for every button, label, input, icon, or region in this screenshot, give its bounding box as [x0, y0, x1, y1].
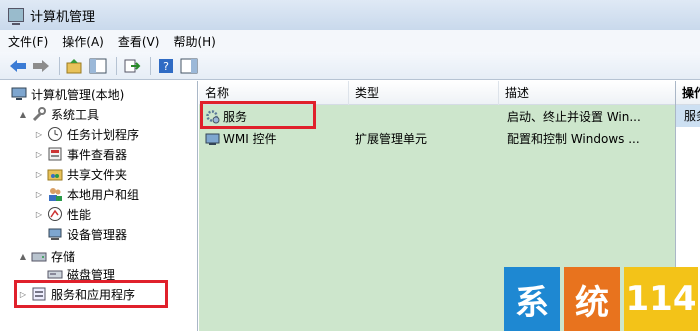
expand-arrow-icon[interactable]: ▷ [34, 130, 44, 139]
toolbar-separator [116, 56, 117, 75]
collapse-arrow-icon[interactable]: ▲ [18, 252, 28, 261]
help-icon[interactable]: ? [156, 56, 176, 76]
computer-management-icon [8, 8, 24, 25]
toolbar-separator [59, 56, 60, 75]
highlight-box-services [200, 101, 316, 129]
tree-item-label: 存储 [51, 249, 76, 264]
device-manager-icon [47, 226, 63, 242]
export-list-icon[interactable] [122, 56, 142, 76]
back-arrow-icon[interactable] [8, 56, 28, 76]
watermark-logo: 系 统 114 [498, 267, 700, 331]
tree-item-shared-folders[interactable]: ▷ 共享文件夹 [34, 164, 127, 184]
tree-item-label: 性能 [67, 207, 92, 222]
menu-action[interactable]: 操作(A) [62, 33, 104, 50]
highlight-box-services-applications [14, 280, 168, 308]
tree-item-device-manager[interactable]: 设备管理器 [44, 224, 127, 244]
forward-arrow-icon[interactable] [31, 56, 51, 76]
storage-icon [31, 248, 47, 264]
shared-folder-icon [47, 166, 63, 182]
row-description: 配置和控制 Windows ... [507, 132, 640, 146]
watermark-tile: 114 [624, 267, 698, 331]
event-viewer-icon [47, 146, 63, 162]
expand-arrow-icon[interactable]: ▷ [34, 210, 44, 219]
watermark-tile: 统 [564, 267, 620, 331]
toolbar: ? [0, 52, 700, 80]
tree-item-label: 设备管理器 [67, 227, 128, 242]
show-hide-tree-icon[interactable] [88, 56, 108, 76]
row-type: 扩展管理单元 [355, 132, 428, 146]
row-name: WMI 控件 [223, 132, 277, 146]
up-level-icon[interactable] [65, 56, 85, 76]
tree-item-label: 系统工具 [51, 107, 100, 122]
tree-item-label: 事件查看器 [67, 147, 128, 162]
row-description: 启动、终止并设置 Win... [507, 110, 641, 124]
show-action-pane-icon[interactable] [179, 56, 199, 76]
tree-item-system-tools[interactable]: ▲ 系统工具 [18, 104, 99, 124]
tree-item-label: 本地用户和组 [67, 187, 140, 202]
menu-bar: 文件(F) 操作(A) 查看(V) 帮助(H) [0, 30, 700, 52]
tools-icon [31, 106, 47, 122]
title-bar: 计算机管理 [0, 0, 700, 30]
users-icon [47, 186, 63, 202]
expand-arrow-icon[interactable]: ▷ [34, 190, 44, 199]
watermark-tile: 系 [504, 267, 560, 331]
window-title: 计算机管理 [30, 9, 96, 25]
tree-item-computer-management[interactable]: 计算机管理(本地) [8, 84, 124, 104]
column-header-description[interactable]: 描述 [499, 81, 675, 105]
action-pane-item-services[interactable]: 服务 [676, 105, 700, 127]
clock-icon [47, 126, 63, 142]
tree-item-task-scheduler[interactable]: ▷ 任务计划程序 [34, 124, 139, 144]
computer-icon [11, 86, 27, 102]
column-header-type[interactable]: 类型 [349, 81, 499, 105]
tree-item-label: 共享文件夹 [67, 167, 128, 182]
svg-text:?: ? [163, 60, 169, 73]
wmi-icon [205, 128, 223, 150]
tree-item-label: 任务计划程序 [67, 127, 140, 142]
action-pane-header: 操作 [676, 81, 700, 105]
tree-item-event-viewer[interactable]: ▷ 事件查看器 [34, 144, 127, 164]
tree-item-storage[interactable]: ▲ 存储 [18, 246, 75, 266]
row-type [355, 106, 495, 128]
tree-item-local-users-groups[interactable]: ▷ 本地用户和组 [34, 184, 139, 204]
list-row-wmi[interactable]: WMI 控件 扩展管理单元 配置和控制 Windows ... [199, 128, 675, 150]
menu-view[interactable]: 查看(V) [118, 33, 160, 50]
menu-help[interactable]: 帮助(H) [173, 33, 215, 50]
tree-item-label: 计算机管理(本地) [31, 87, 125, 102]
collapse-arrow-icon[interactable]: ▲ [18, 110, 28, 119]
performance-icon [47, 206, 63, 222]
expand-arrow-icon[interactable]: ▷ [34, 150, 44, 159]
menu-file[interactable]: 文件(F) [8, 33, 48, 50]
toolbar-separator [150, 56, 151, 75]
tree-item-performance[interactable]: ▷ 性能 [34, 204, 91, 224]
expand-arrow-icon[interactable]: ▷ [34, 170, 44, 179]
